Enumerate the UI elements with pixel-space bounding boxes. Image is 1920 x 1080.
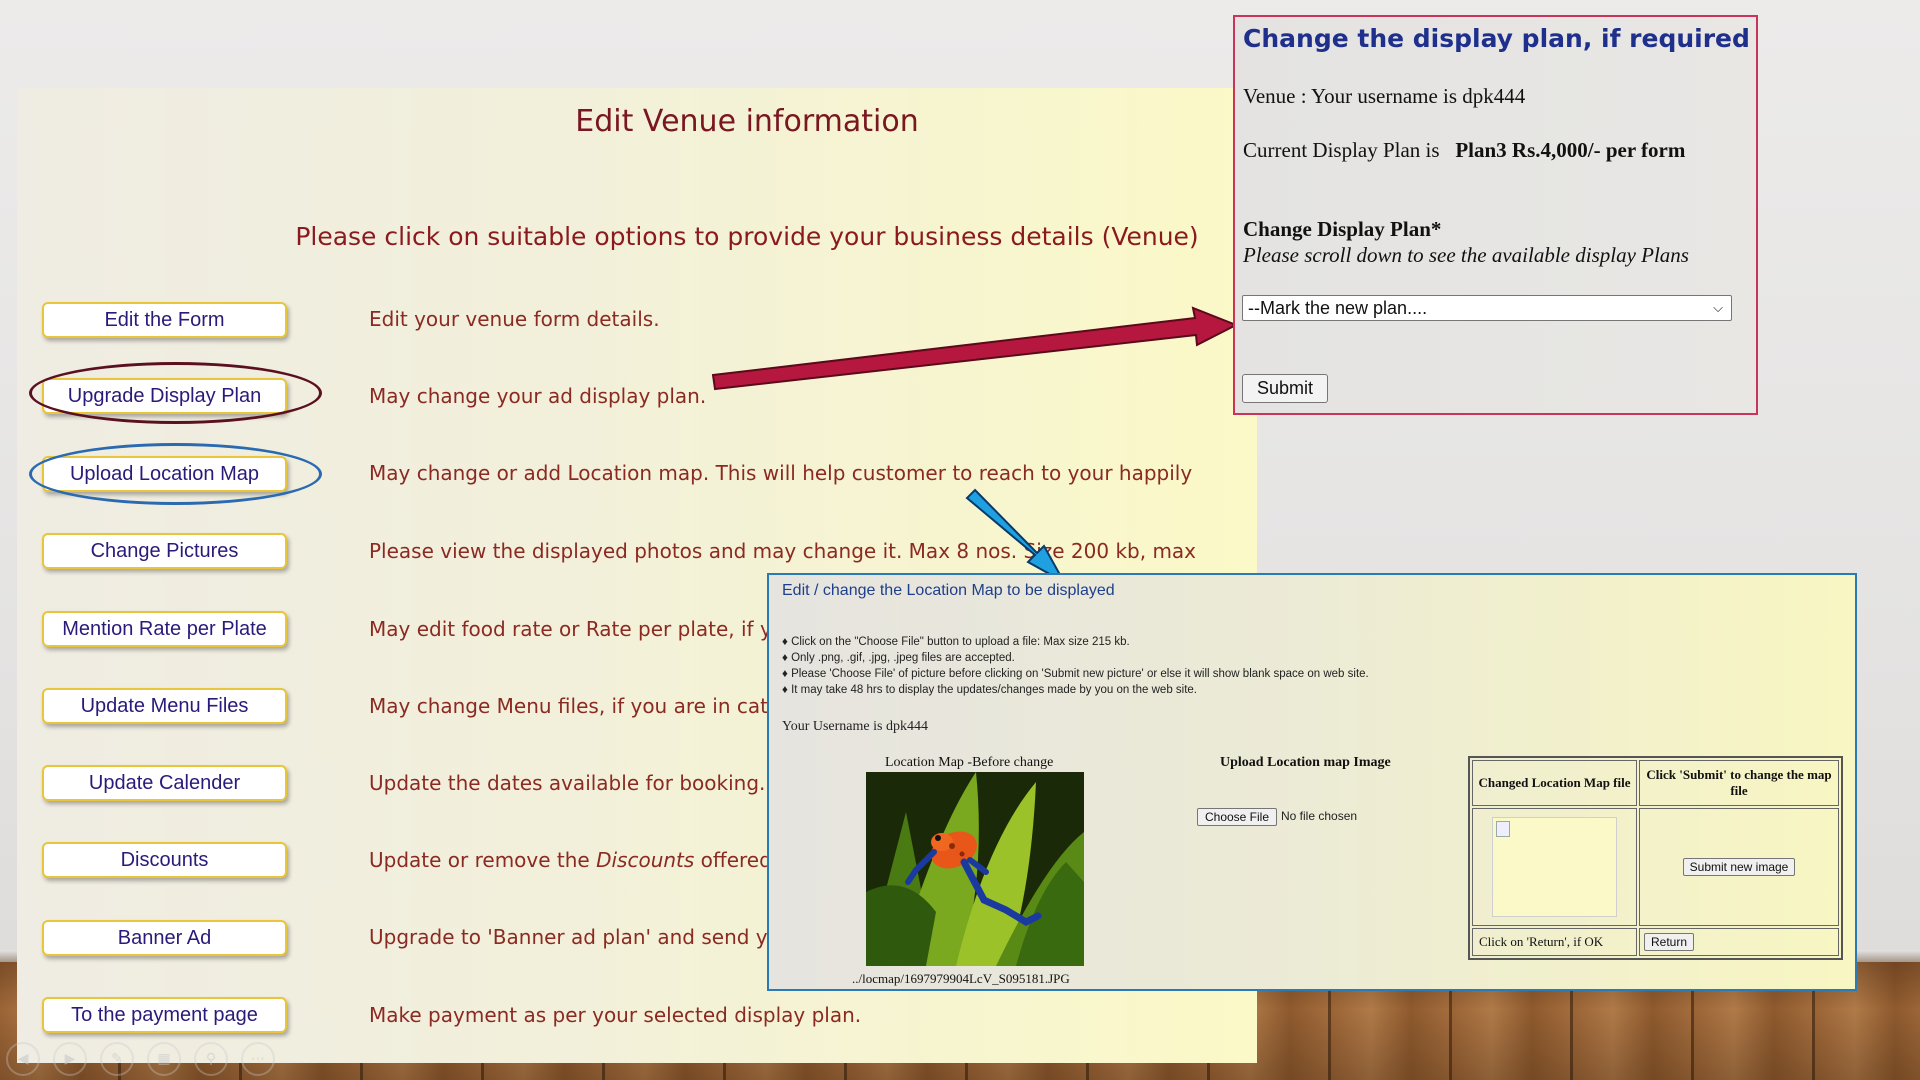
current-plan-value: Plan3 Rs.4,000/- per form	[1455, 138, 1686, 162]
submit-cell: Submit new image	[1639, 808, 1839, 926]
map-panel-title: Edit / change the Location Map to be dis…	[782, 582, 1115, 599]
chevron-down-icon: ⌵	[1713, 300, 1723, 315]
plan-submit-button[interactable]: Submit	[1242, 374, 1328, 403]
return-cell: Return	[1639, 928, 1839, 956]
upload-location-map-button[interactable]: Upload Location Map	[42, 456, 287, 492]
broken-image-icon	[1492, 817, 1617, 917]
grid-view-icon[interactable]: ▦	[147, 1042, 181, 1076]
map-bullet-3: ♦ Please 'Choose File' of picture before…	[782, 668, 1369, 680]
prev-slide-icon[interactable]: ◀	[6, 1042, 40, 1076]
map-bullet-1: ♦ Click on the "Choose File" button to u…	[782, 636, 1130, 648]
map-file-path: ../locmap/1697979904LcV_S095181.JPG	[852, 971, 1070, 986]
update-calender-button[interactable]: Update Calender	[42, 765, 287, 801]
payment-page-desc: Make payment as per your selected displa…	[369, 1003, 862, 1027]
location-map-photo	[866, 772, 1084, 966]
upgrade-display-plan-button[interactable]: Upgrade Display Plan	[42, 378, 287, 414]
plan-panel-title: Change the display plan, if required	[1243, 24, 1750, 53]
discounts-desc-pre: Update or remove the	[369, 848, 597, 872]
upload-location-map-desc: May change or add Location map. This wil…	[369, 461, 1193, 485]
return-button[interactable]: Return	[1644, 933, 1695, 951]
current-plan-line: Current Display Plan is Plan3 Rs.4,000/-…	[1243, 138, 1685, 163]
table-header-submit: Click 'Submit' to change the map file	[1639, 760, 1839, 806]
upgrade-display-plan-desc: May change your ad display plan.	[369, 384, 707, 408]
map-bullet-4: ♦ It may take 48 hrs to display the upda…	[782, 684, 1197, 696]
new-plan-select-value: --Mark the new plan....	[1248, 297, 1428, 318]
banner-ad-desc: Upgrade to 'Banner ad plan' and send you	[369, 925, 793, 949]
return-text: Click on 'Return', if OK	[1472, 928, 1637, 956]
mention-rate-desc: May edit food rate or Rate per plate, if…	[369, 617, 785, 641]
update-calender-desc: Update the dates available for booking. …	[369, 771, 787, 795]
no-file-label: No file chosen	[1281, 809, 1358, 823]
table-header-changed-file: Changed Location Map file	[1472, 760, 1637, 806]
discounts-desc-emphasis: Discounts	[596, 848, 695, 872]
zoom-icon[interactable]: ⚲	[194, 1042, 228, 1076]
choose-file-button[interactable]: Choose File	[1197, 808, 1277, 826]
map-username: Your Username is dpk444	[782, 719, 928, 734]
submit-new-image-button[interactable]: Submit new image	[1682, 858, 1796, 876]
edit-form-button[interactable]: Edit the Form	[42, 302, 287, 338]
upload-heading: Upload Location map Image	[1220, 755, 1391, 770]
discounts-desc: Update or remove the Discounts offered t	[369, 848, 786, 872]
map-bullet-2: ♦ Only .png, .gif, .jpg, .jpeg files are…	[782, 652, 1015, 664]
change-pictures-desc: Please view the displayed photos and may…	[369, 539, 1197, 563]
discounts-button[interactable]: Discounts	[42, 842, 287, 878]
more-options-icon[interactable]: ⋯	[241, 1042, 275, 1076]
payment-page-button[interactable]: To the payment page	[42, 997, 287, 1033]
current-plan-label: Current Display Plan is	[1243, 138, 1440, 162]
update-menu-files-desc: May change Menu files, if you are in cat…	[369, 694, 789, 718]
update-menu-files-button[interactable]: Update Menu Files	[42, 688, 287, 724]
scroll-hint: Please scroll down to see the available …	[1243, 243, 1689, 267]
edit-form-desc: Edit your venue form details.	[369, 307, 660, 331]
changed-map-cell	[1472, 808, 1637, 926]
map-upload-table: Changed Location Map file Click 'Submit'…	[1468, 756, 1843, 960]
mention-rate-button[interactable]: Mention Rate per Plate	[42, 611, 287, 647]
banner-ad-button[interactable]: Banner Ad	[42, 920, 287, 956]
change-pictures-button[interactable]: Change Pictures	[42, 533, 287, 569]
change-plan-label: Change Display Plan*	[1243, 217, 1442, 241]
venue-username: Venue : Your username is dpk444	[1243, 84, 1526, 108]
new-plan-select[interactable]: --Mark the new plan.... ⌵	[1242, 295, 1732, 321]
before-change-caption: Location Map -Before change	[885, 755, 1054, 770]
pen-icon[interactable]: ✎	[100, 1042, 134, 1076]
display-plan-panel	[1233, 15, 1758, 415]
next-slide-icon[interactable]: ▶	[53, 1042, 87, 1076]
